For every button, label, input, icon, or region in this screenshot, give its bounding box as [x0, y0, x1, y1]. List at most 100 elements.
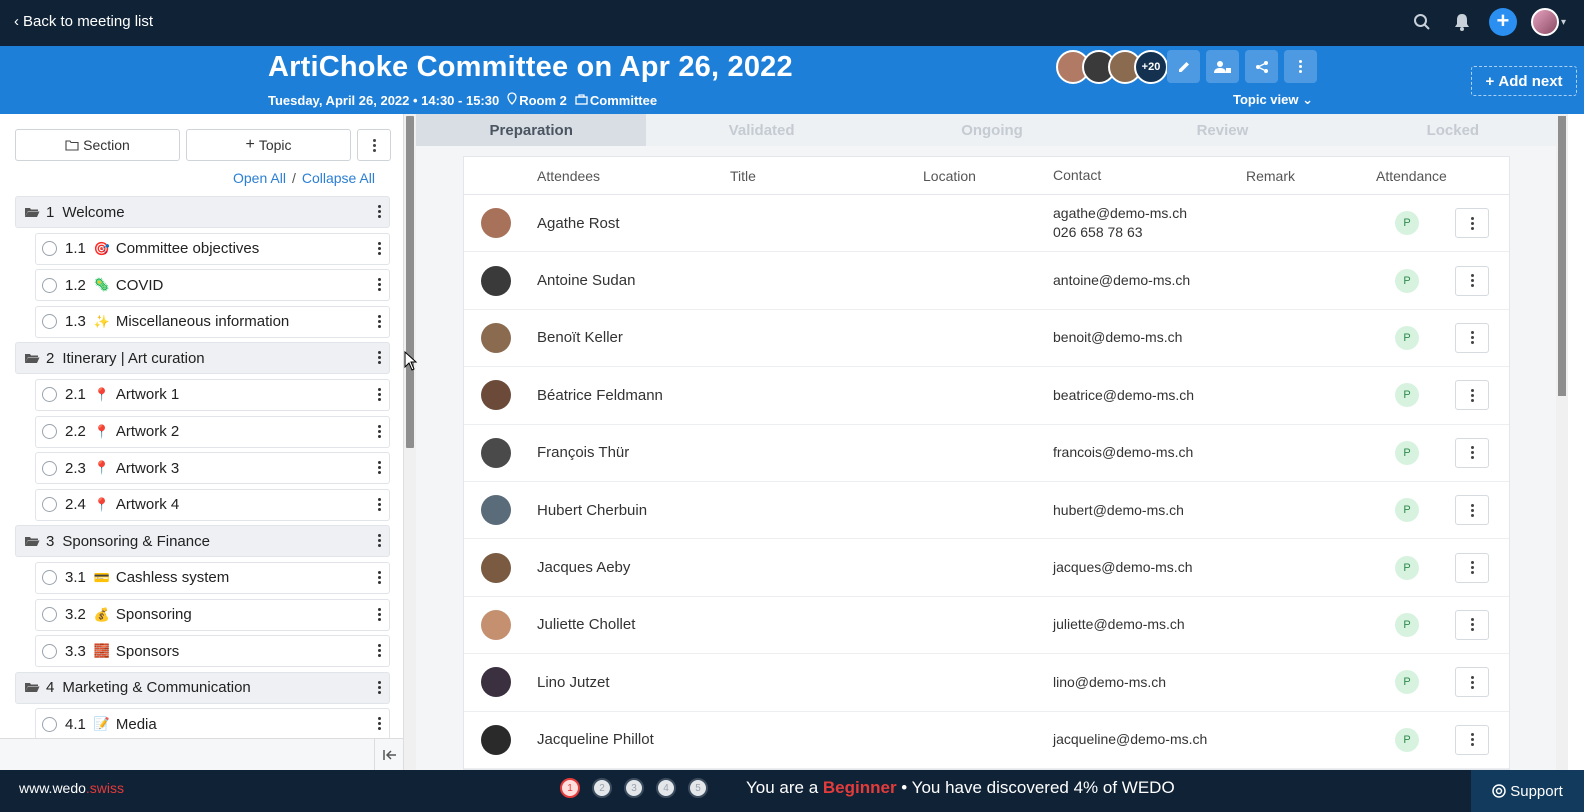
- attendance-badge[interactable]: P: [1395, 325, 1419, 350]
- onboarding-step[interactable]: 1: [560, 778, 580, 798]
- add-next-button[interactable]: + Add next: [1471, 66, 1577, 96]
- attendance-badge[interactable]: P: [1395, 440, 1419, 465]
- vertical-dots-icon[interactable]: [377, 644, 381, 658]
- vertical-dots-icon[interactable]: [377, 607, 381, 621]
- vertical-dots-icon[interactable]: [377, 241, 381, 255]
- folder-icon: [65, 139, 79, 151]
- site-link[interactable]: www.wedo.swiss: [19, 780, 124, 796]
- topic-status-radio[interactable]: [42, 424, 57, 440]
- status-step[interactable]: Validated: [646, 114, 877, 146]
- row-menu-button[interactable]: [1455, 437, 1489, 468]
- agenda-topic[interactable]: 1.1 🎯 Committee objectives: [35, 232, 390, 265]
- attendance-badge[interactable]: P: [1395, 612, 1419, 637]
- vertical-dots-icon[interactable]: [377, 424, 381, 438]
- agenda-section[interactable]: 2 Itinerary | Art curation: [15, 342, 390, 375]
- vertical-dots-icon[interactable]: [377, 351, 381, 365]
- row-menu-button[interactable]: [1455, 609, 1489, 640]
- agenda-section[interactable]: 3 Sponsoring & Finance: [15, 525, 390, 558]
- agenda-topic[interactable]: 2.3 📍 Artwork 3: [35, 452, 390, 485]
- row-menu-button[interactable]: [1455, 208, 1489, 239]
- more-options-button[interactable]: [1284, 50, 1317, 83]
- agenda-topic[interactable]: 1.2 🦠 COVID: [35, 269, 390, 302]
- attendee-email: lino@demo-ms.ch: [1053, 673, 1167, 690]
- agenda-topic[interactable]: 3.1 💳 Cashless system: [35, 561, 390, 594]
- agenda-section[interactable]: 4 Marketing & Communication: [15, 671, 390, 704]
- status-step[interactable]: Review: [1107, 114, 1338, 146]
- vertical-dots-icon[interactable]: [377, 717, 381, 731]
- attendee-avatars[interactable]: +20: [1056, 50, 1168, 84]
- attendance-badge[interactable]: P: [1395, 383, 1419, 408]
- topic-status-radio[interactable]: [42, 716, 57, 732]
- vertical-dots-icon[interactable]: [377, 205, 381, 218]
- topic-status-radio[interactable]: [42, 387, 57, 403]
- agenda-topic[interactable]: 2.1 📍 Artwork 1: [35, 378, 390, 411]
- edit-button[interactable]: [1167, 50, 1200, 83]
- attendance-badge[interactable]: P: [1395, 268, 1419, 293]
- status-step[interactable]: Locked: [1337, 114, 1568, 146]
- agenda-topic[interactable]: 2.4 📍 Artwork 4: [35, 488, 390, 521]
- onboarding-step[interactable]: 4: [656, 778, 676, 798]
- attendee-email: benoit@demo-ms.ch: [1053, 329, 1183, 346]
- sidebar-scrollbar[interactable]: [404, 114, 416, 770]
- row-menu-button[interactable]: [1455, 552, 1489, 583]
- vertical-dots-icon[interactable]: [377, 461, 381, 475]
- section-number: 1: [46, 203, 55, 221]
- collapse-sidebar-button[interactable]: [374, 739, 403, 770]
- onboarding-step[interactable]: 5: [688, 778, 708, 798]
- back-to-meeting-list-link[interactable]: ‹ Back to meeting list: [14, 13, 153, 30]
- topic-status-radio[interactable]: [42, 643, 57, 659]
- vertical-dots-icon[interactable]: [377, 314, 381, 328]
- agenda-topic[interactable]: 3.2 💰 Sponsoring: [35, 598, 390, 631]
- agenda-topic[interactable]: 4.1 📝 Media: [35, 708, 390, 741]
- vertical-dots-icon[interactable]: [377, 534, 381, 548]
- attendance-badge[interactable]: P: [1395, 498, 1419, 523]
- open-all-link[interactable]: Open All: [233, 170, 286, 186]
- vertical-dots-icon[interactable]: [377, 497, 381, 511]
- agenda-topic[interactable]: 3.3 🧱 Sponsors: [35, 635, 390, 668]
- vertical-dots-icon: [1470, 331, 1474, 345]
- topic-status-radio[interactable]: [42, 460, 57, 476]
- row-menu-button[interactable]: [1455, 322, 1489, 353]
- vertical-dots-icon[interactable]: [377, 278, 381, 292]
- add-topic-button[interactable]: + Topic: [186, 129, 351, 161]
- add-section-button[interactable]: Section: [15, 129, 180, 161]
- attendance-badge[interactable]: P: [1395, 211, 1419, 236]
- bell-icon[interactable]: [1449, 9, 1475, 35]
- status-step[interactable]: Ongoing: [876, 114, 1108, 146]
- plus-icon[interactable]: +: [1488, 8, 1517, 36]
- user-menu[interactable]: ▾: [1530, 8, 1566, 36]
- share-button[interactable]: [1245, 50, 1278, 83]
- topic-status-radio[interactable]: [42, 570, 57, 586]
- topic-status-radio[interactable]: [42, 607, 57, 623]
- status-step[interactable]: Preparation: [416, 114, 647, 146]
- agenda-more-button[interactable]: [357, 129, 391, 161]
- support-button[interactable]: Support: [1471, 770, 1584, 812]
- row-menu-button[interactable]: [1455, 724, 1489, 755]
- agenda-topic[interactable]: 2.2 📍 Artwork 2: [35, 415, 390, 448]
- onboarding-step[interactable]: 3: [624, 778, 644, 798]
- topic-view-dropdown[interactable]: Topic view ⌄: [1233, 92, 1313, 108]
- topic-status-radio[interactable]: [42, 241, 57, 257]
- vertical-dots-icon[interactable]: [377, 387, 381, 401]
- row-menu-button[interactable]: [1455, 495, 1489, 526]
- manage-attendees-button[interactable]: [1206, 50, 1239, 83]
- search-icon[interactable]: [1409, 9, 1435, 35]
- vertical-dots-icon[interactable]: [377, 570, 381, 584]
- topic-label: Artwork 1: [115, 386, 180, 404]
- attendance-badge[interactable]: P: [1395, 727, 1419, 752]
- row-menu-button[interactable]: [1455, 265, 1489, 296]
- main-scrollbar[interactable]: [1556, 114, 1568, 770]
- onboarding-step[interactable]: 2: [592, 778, 612, 798]
- agenda-topic[interactable]: 1.3 ✨ Miscellaneous information: [35, 305, 390, 338]
- topic-status-radio[interactable]: [42, 277, 57, 293]
- row-menu-button[interactable]: [1455, 380, 1489, 411]
- attendance-badge[interactable]: P: [1395, 670, 1419, 695]
- row-menu-button[interactable]: [1455, 667, 1489, 698]
- agenda-section[interactable]: 1 Welcome: [15, 196, 390, 228]
- collapse-all-link[interactable]: Collapse All: [302, 170, 375, 186]
- topic-emoji: 📍: [93, 460, 111, 476]
- attendance-badge[interactable]: P: [1395, 555, 1419, 580]
- topic-status-radio[interactable]: [42, 314, 57, 330]
- topic-status-radio[interactable]: [42, 497, 57, 513]
- vertical-dots-icon[interactable]: [377, 680, 381, 694]
